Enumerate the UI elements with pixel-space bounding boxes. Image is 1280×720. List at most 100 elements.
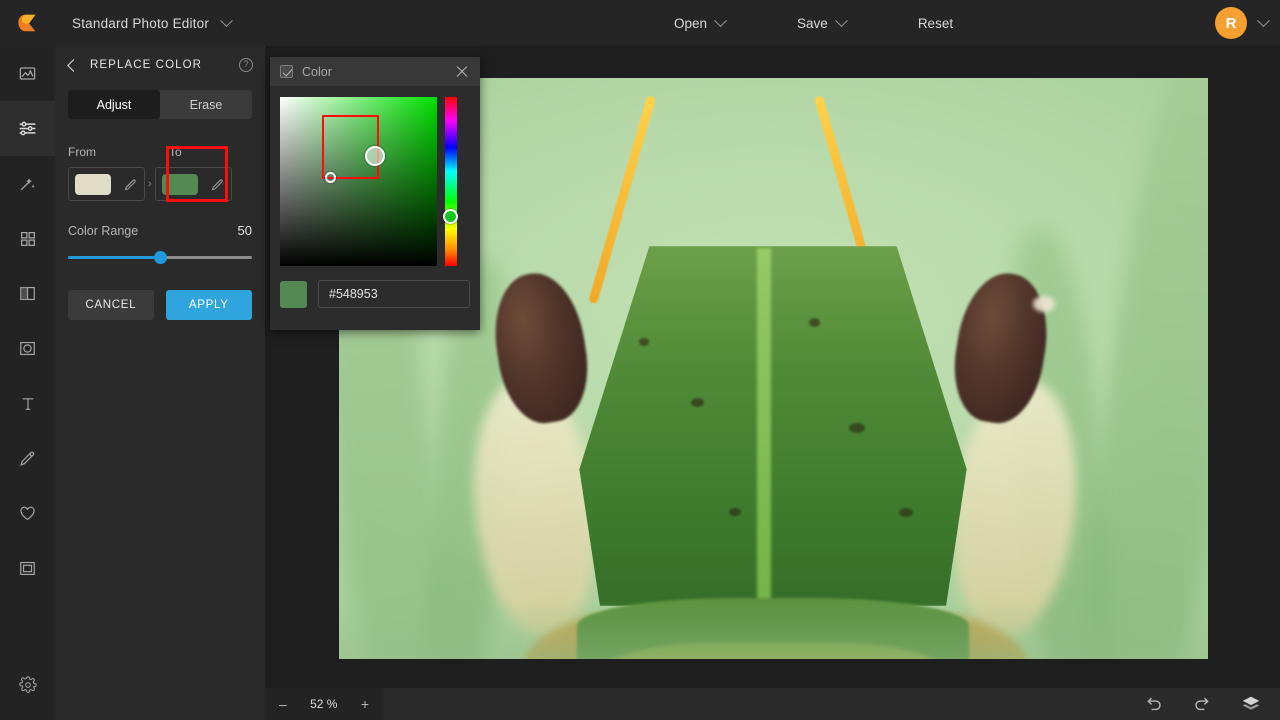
apply-button[interactable]: APPLY [166, 290, 252, 320]
sidebar-item-image[interactable] [0, 46, 55, 101]
page-title: REPLACE COLOR [90, 59, 202, 71]
frames-icon [18, 284, 37, 303]
border-icon [18, 559, 37, 578]
redo-icon [1192, 694, 1212, 714]
speckle [899, 508, 913, 517]
grasshopper-eye-highlight [1033, 296, 1055, 312]
tab-erase[interactable]: Erase [160, 90, 252, 119]
heart-icon [18, 504, 37, 523]
sidebar-item-vignette[interactable] [0, 321, 55, 376]
eyedropper-icon[interactable] [123, 177, 138, 192]
chevron-down-icon [714, 14, 727, 27]
panel-tabs: Adjust Erase [68, 90, 252, 119]
to-color-control[interactable] [155, 167, 232, 201]
undo-icon [1144, 694, 1164, 714]
account-area[interactable]: R [1215, 0, 1268, 46]
top-bar-menu: Open Save Reset [660, 0, 967, 46]
draw-icon [18, 449, 37, 468]
sidebar-item-stickers[interactable] [0, 486, 55, 541]
close-icon[interactable] [454, 64, 470, 80]
sv-cursor-secondary[interactable] [325, 172, 336, 183]
sidebar-item-effects[interactable] [0, 211, 55, 266]
photo-bottom-fade [339, 599, 1208, 659]
speckle [691, 398, 704, 407]
saturation-value-area[interactable] [280, 97, 437, 266]
vignette-icon [18, 339, 37, 358]
adjustments-icon [17, 118, 38, 139]
bottom-bar: – 52 % + [265, 688, 1280, 720]
zoom-out-button[interactable]: – [279, 697, 287, 711]
save-menu-button[interactable]: Save [783, 0, 860, 46]
undo-button[interactable] [1144, 694, 1164, 714]
chevron-down-icon [220, 15, 233, 28]
chevron-down-icon [1257, 14, 1270, 27]
color-picker-header: Color [270, 57, 480, 86]
to-color-swatch[interactable] [162, 174, 198, 195]
magic-wand-icon [18, 174, 37, 193]
hue-slider-knob[interactable] [443, 209, 458, 224]
app-logo-icon [17, 12, 39, 34]
text-icon [19, 395, 37, 413]
tab-adjust[interactable]: Adjust [68, 90, 160, 119]
sidebar-item-draw[interactable] [0, 431, 55, 486]
eyedropper-icon[interactable] [210, 177, 225, 192]
picker-color-swatch[interactable] [280, 281, 307, 308]
hue-slider[interactable] [445, 97, 457, 266]
hex-input[interactable]: #548953 [318, 280, 470, 308]
sv-cursor-primary[interactable] [365, 146, 385, 166]
from-label: From [68, 145, 96, 159]
tab-adjust-label: Adjust [97, 98, 132, 112]
color-picker-dialog[interactable]: Color #548953 [270, 57, 480, 330]
arrow-separator: › [148, 178, 152, 190]
sidebar-item-magic-wand[interactable] [0, 156, 55, 211]
tool-rail [0, 46, 55, 720]
color-range-row: Color Range 50 [68, 223, 252, 238]
sidebar-item-text[interactable] [0, 376, 55, 431]
zoom-level-value: 52 % [310, 697, 337, 711]
replace-color-panel: REPLACE COLOR ? Adjust Erase From To › [55, 46, 265, 720]
color-picker-title: Color [302, 65, 332, 79]
back-chevron-icon[interactable] [67, 59, 80, 72]
grasshopper-ridge [757, 248, 771, 606]
rail-bottom-group [0, 657, 55, 712]
from-to-row: › [68, 167, 252, 201]
reset-label: Reset [918, 16, 953, 31]
speckle [809, 318, 820, 327]
speckle [639, 338, 649, 346]
help-icon[interactable]: ? [239, 58, 253, 72]
layers-button[interactable] [1240, 693, 1262, 715]
app-logo[interactable] [0, 0, 55, 46]
gear-icon [19, 676, 37, 694]
avatar[interactable]: R [1215, 7, 1247, 39]
layers-icon [1240, 693, 1262, 715]
checkbox-checked-icon[interactable] [280, 65, 293, 78]
avatar-initial: R [1226, 15, 1237, 32]
color-range-value: 50 [238, 223, 252, 238]
redo-button[interactable] [1192, 694, 1212, 714]
sidebar-item-frames[interactable] [0, 266, 55, 321]
reset-button[interactable]: Reset [904, 0, 967, 46]
effects-grid-icon [19, 230, 37, 248]
from-color-control[interactable] [68, 167, 145, 201]
zoom-in-button[interactable]: + [361, 697, 369, 711]
speckle [729, 508, 741, 516]
cancel-label: CANCEL [85, 299, 136, 311]
from-color-swatch[interactable] [75, 174, 111, 195]
open-menu-button[interactable]: Open [660, 0, 739, 46]
from-to-labels: From To [68, 145, 252, 159]
slider-knob[interactable] [154, 251, 167, 264]
bottom-bar-actions [1144, 693, 1280, 715]
cancel-button[interactable]: CANCEL [68, 290, 154, 320]
hex-value: #548953 [329, 287, 378, 301]
color-range-slider[interactable] [68, 251, 252, 265]
document-title[interactable]: Standard Photo Editor [72, 16, 231, 31]
top-bar: Standard Photo Editor Open Save Reset R [0, 0, 1280, 46]
sidebar-item-settings[interactable] [0, 657, 55, 712]
sidebar-item-border[interactable] [0, 541, 55, 596]
color-picker-footer: #548953 [270, 266, 480, 308]
open-label: Open [674, 16, 707, 31]
panel-actions: CANCEL APPLY [68, 290, 252, 320]
tab-erase-label: Erase [190, 98, 223, 112]
sidebar-item-adjustments[interactable] [0, 101, 55, 156]
speckle [849, 423, 865, 433]
